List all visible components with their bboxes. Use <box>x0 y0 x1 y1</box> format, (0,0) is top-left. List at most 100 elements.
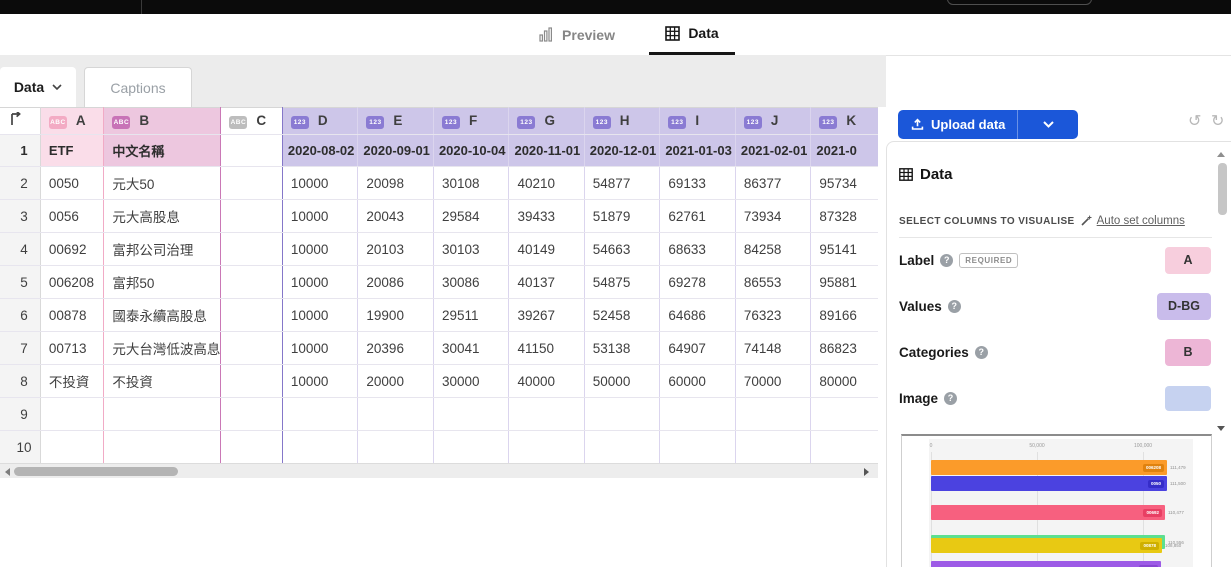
column-badge-image[interactable] <box>1165 386 1211 411</box>
column-header-J[interactable]: 123J <box>735 108 811 135</box>
cell-I6[interactable]: 64686 <box>660 299 736 332</box>
cell-H5[interactable]: 54875 <box>584 266 660 299</box>
column-badge-categories[interactable]: B <box>1165 339 1211 366</box>
cell-K8[interactable]: 80000 <box>811 365 878 398</box>
help-icon[interactable] <box>940 254 953 267</box>
sheet-tab-captions[interactable]: Captions <box>84 67 192 107</box>
cell-I4[interactable]: 68633 <box>660 233 736 266</box>
cell-G7[interactable]: 41150 <box>509 332 584 365</box>
cell-H10[interactable] <box>584 431 660 464</box>
cell-F5[interactable]: 30086 <box>433 266 509 299</box>
cell-F8[interactable]: 30000 <box>433 365 509 398</box>
tab-data[interactable]: Data <box>649 14 735 55</box>
cell-D1[interactable]: 2020-08-02 <box>282 135 358 167</box>
cell-C7[interactable] <box>221 332 282 365</box>
help-icon[interactable] <box>975 346 988 359</box>
cell-B6[interactable]: 國泰永續高股息 <box>104 299 221 332</box>
row-number[interactable]: 3 <box>0 200 40 233</box>
cell-B3[interactable]: 元大高股息 <box>104 200 221 233</box>
cell-D3[interactable]: 10000 <box>282 200 358 233</box>
cell-I8[interactable]: 60000 <box>660 365 736 398</box>
cell-B10[interactable] <box>104 431 221 464</box>
cell-C2[interactable] <box>221 167 282 200</box>
cell-H6[interactable]: 52458 <box>584 299 660 332</box>
cell-B5[interactable]: 富邦50 <box>104 266 221 299</box>
cell-I5[interactable]: 69278 <box>660 266 736 299</box>
column-header-C[interactable]: ABCC <box>221 108 282 135</box>
cell-C3[interactable] <box>221 200 282 233</box>
cell-D5[interactable]: 10000 <box>282 266 358 299</box>
cell-K4[interactable]: 95141 <box>811 233 878 266</box>
undo-icon[interactable]: ↺ <box>1188 112 1201 132</box>
cell-K9[interactable] <box>811 398 878 431</box>
cell-C1[interactable] <box>221 135 282 167</box>
cell-K6[interactable]: 89166 <box>811 299 878 332</box>
cell-B1[interactable]: 中文名稱 <box>104 135 221 167</box>
cell-E3[interactable]: 20043 <box>358 200 434 233</box>
cell-F3[interactable]: 29584 <box>433 200 509 233</box>
cell-F4[interactable]: 30103 <box>433 233 509 266</box>
cell-E10[interactable] <box>358 431 434 464</box>
cell-K10[interactable] <box>811 431 878 464</box>
cell-H1[interactable]: 2020-12-01 <box>584 135 660 167</box>
cell-A7[interactable]: 00713 <box>40 332 103 365</box>
cell-A3[interactable]: 0056 <box>40 200 103 233</box>
cell-B8[interactable]: 不投資 <box>104 365 221 398</box>
cell-K3[interactable]: 87328 <box>811 200 878 233</box>
cell-J2[interactable]: 86377 <box>735 167 811 200</box>
row-number[interactable]: 8 <box>0 365 40 398</box>
cell-G4[interactable]: 40149 <box>509 233 584 266</box>
cell-G9[interactable] <box>509 398 584 431</box>
cell-H7[interactable]: 53138 <box>584 332 660 365</box>
cell-B2[interactable]: 元大50 <box>104 167 221 200</box>
cell-A9[interactable] <box>40 398 103 431</box>
cell-J1[interactable]: 2021-02-01 <box>735 135 811 167</box>
cell-E6[interactable]: 19900 <box>358 299 434 332</box>
cell-H3[interactable]: 51879 <box>584 200 660 233</box>
cell-J10[interactable] <box>735 431 811 464</box>
cell-C9[interactable] <box>221 398 282 431</box>
cell-G2[interactable]: 40210 <box>509 167 584 200</box>
column-header-K[interactable]: 123K <box>811 108 878 135</box>
row-number[interactable]: 9 <box>0 398 40 431</box>
cell-H2[interactable]: 54877 <box>584 167 660 200</box>
cell-J7[interactable]: 74148 <box>735 332 811 365</box>
cell-E9[interactable] <box>358 398 434 431</box>
cell-A5[interactable]: 006208 <box>40 266 103 299</box>
cell-F10[interactable] <box>433 431 509 464</box>
cell-K2[interactable]: 95734 <box>811 167 878 200</box>
cell-E8[interactable]: 20000 <box>358 365 434 398</box>
cell-E2[interactable]: 20098 <box>358 167 434 200</box>
column-badge-label[interactable]: A <box>1165 247 1211 274</box>
cell-C4[interactable] <box>221 233 282 266</box>
column-header-G[interactable]: 123G <box>509 108 584 135</box>
column-header-F[interactable]: 123F <box>433 108 509 135</box>
cell-I2[interactable]: 69133 <box>660 167 736 200</box>
cell-K1[interactable]: 2021-0 <box>811 135 878 167</box>
cell-E7[interactable]: 20396 <box>358 332 434 365</box>
cell-A6[interactable]: 00878 <box>40 299 103 332</box>
cell-J4[interactable]: 84258 <box>735 233 811 266</box>
cell-B9[interactable] <box>104 398 221 431</box>
cell-D8[interactable]: 10000 <box>282 365 358 398</box>
column-header-A[interactable]: ABCA <box>40 108 103 135</box>
column-header-B[interactable]: ABCB <box>104 108 221 135</box>
cell-J8[interactable]: 70000 <box>735 365 811 398</box>
panel-scrollbar-thumb[interactable] <box>1218 163 1227 215</box>
cell-J9[interactable] <box>735 398 811 431</box>
cell-G5[interactable]: 40137 <box>509 266 584 299</box>
cell-I3[interactable]: 62761 <box>660 200 736 233</box>
cell-A1[interactable]: ETF <box>40 135 103 167</box>
cell-A2[interactable]: 0050 <box>40 167 103 200</box>
upload-data-button[interactable]: Upload data <box>898 110 1078 139</box>
column-header-D[interactable]: 123D <box>282 108 358 135</box>
cell-J6[interactable]: 76323 <box>735 299 811 332</box>
cell-F9[interactable] <box>433 398 509 431</box>
scroll-down-icon[interactable] <box>1217 426 1225 431</box>
upload-data-main[interactable]: Upload data <box>898 110 1017 139</box>
cell-I10[interactable] <box>660 431 736 464</box>
cell-B4[interactable]: 富邦公司治理 <box>104 233 221 266</box>
column-header-H[interactable]: 123H <box>584 108 660 135</box>
cell-H8[interactable]: 50000 <box>584 365 660 398</box>
redo-icon[interactable]: ↻ <box>1211 112 1224 132</box>
